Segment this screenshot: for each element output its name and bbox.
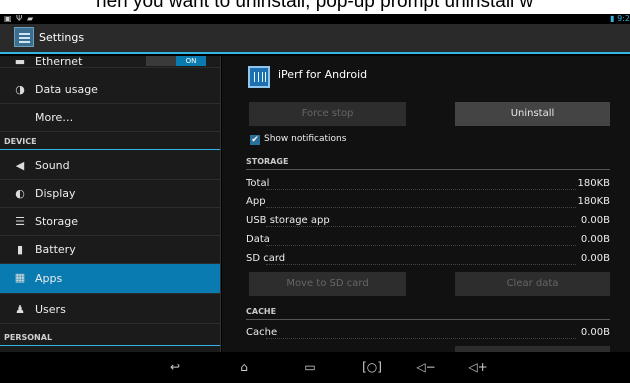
move-to-sd-button[interactable]: Move to SD card: [249, 272, 406, 296]
screenshot-icon[interactable]: [○]: [360, 360, 384, 376]
list-item-display[interactable]: ◐ Display: [0, 180, 220, 208]
storage-section-header: STORAGE: [246, 156, 610, 170]
storage-row-total: Total 180KB: [246, 178, 610, 190]
storage-icon: ☰: [15, 215, 25, 228]
battery-icon: ▮: [16, 243, 24, 256]
navigation-bar: ↩ ⌂ ▭ [○] ◁− ◁+: [0, 352, 630, 383]
volume-down-icon[interactable]: ◁−: [414, 360, 438, 376]
app-name: iPerf for Android: [278, 68, 368, 81]
storage-row-sdcard: SD card 0.00B: [246, 253, 610, 265]
storage-row-data: Data 0.00B: [246, 234, 610, 246]
clear-data-button[interactable]: Clear data: [455, 272, 610, 296]
storage-row-app: App 180KB: [246, 196, 610, 208]
list-item-more[interactable]: More…: [0, 104, 220, 132]
app-info-panel: iPerf for Android Force stop Uninstall ✔…: [222, 56, 630, 352]
list-item-storage[interactable]: ☰ Storage: [0, 208, 220, 236]
back-icon[interactable]: ↩: [163, 360, 187, 376]
iperf-app-icon: [248, 66, 270, 88]
list-item-users[interactable]: ♟ Users: [0, 296, 220, 324]
section-header-personal: PERSONAL: [0, 330, 220, 346]
list-item-battery[interactable]: ▮ Battery: [0, 236, 220, 264]
settings-list[interactable]: ▬ Ethernet ON ◑ Data usage More… DEVICE …: [0, 56, 221, 352]
action-bar: Settings: [0, 24, 630, 54]
apps-icon: ▦: [14, 271, 26, 284]
settings-icon[interactable]: [14, 27, 34, 47]
caption-text: hen you want to uninstall, pop-up prompt…: [96, 0, 534, 12]
cache-section-header: CACHE: [246, 306, 610, 320]
screenshot-notification-icon: ▣: [4, 14, 12, 23]
list-item-ethernet[interactable]: ▬ Ethernet ON: [0, 56, 220, 68]
section-header-device: DEVICE: [0, 134, 220, 150]
force-stop-button[interactable]: Force stop: [249, 102, 406, 126]
brightness-icon: ◐: [15, 187, 25, 200]
recents-icon[interactable]: ▭: [298, 360, 322, 376]
usb-icon: Ψ: [16, 14, 23, 23]
speaker-icon: ◀: [15, 159, 25, 172]
list-item-data-usage[interactable]: ◑ Data usage: [0, 76, 220, 104]
storage-row-usb: USB storage app 0.00B: [246, 215, 610, 227]
caption-banner: hen you want to uninstall, pop-up prompt…: [0, 0, 630, 14]
data-usage-icon: ◑: [15, 83, 25, 96]
ethernet-icon: ▬: [14, 56, 26, 68]
status-bar: ▣ Ψ ▰ ▮ 9:2: [0, 14, 630, 24]
uninstall-button[interactable]: Uninstall: [455, 102, 610, 126]
list-item-apps[interactable]: ▦ Apps: [0, 264, 220, 294]
page-title: Settings: [39, 31, 85, 44]
user-icon: ♟: [15, 303, 25, 316]
home-icon[interactable]: ⌂: [232, 360, 256, 376]
cache-row: Cache 0.00B: [246, 327, 610, 339]
checkbox-checked-icon[interactable]: ✔: [250, 135, 260, 145]
android-icon: ▰: [27, 14, 34, 23]
list-item-sound[interactable]: ◀ Sound: [0, 152, 220, 180]
ethernet-toggle[interactable]: ON: [146, 56, 206, 66]
volume-up-icon[interactable]: ◁+: [466, 360, 490, 376]
clock-battery: ▮ 9:2: [610, 14, 630, 23]
